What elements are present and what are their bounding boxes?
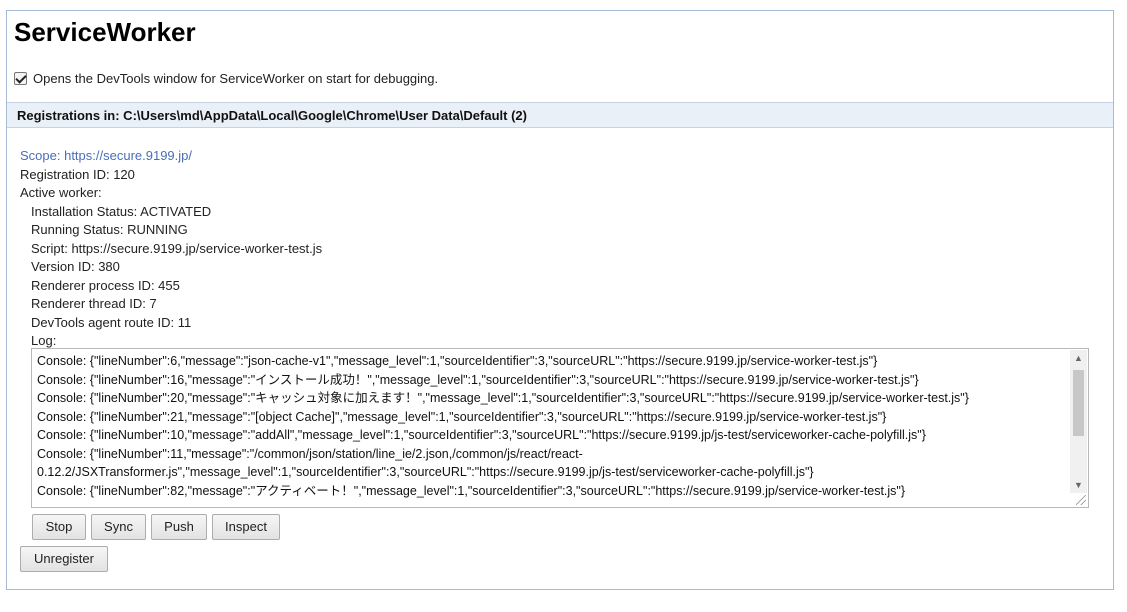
active-worker-label: Active worker: xyxy=(20,185,102,200)
log-line: Console: {"lineNumber":20,"message":"キャッ… xyxy=(37,391,969,405)
inspect-button[interactable]: Inspect xyxy=(212,514,280,540)
devtools-route-id: DevTools agent route ID: 11 xyxy=(31,314,192,330)
debug-option[interactable]: Opens the DevTools window for ServiceWor… xyxy=(14,71,438,86)
page-title: ServiceWorker xyxy=(14,17,196,47)
renderer-thread-id: Renderer thread ID: 7 xyxy=(31,296,157,311)
debug-checkbox[interactable] xyxy=(14,72,27,85)
installation-status: Installation Status: ACTIVATED xyxy=(31,203,212,219)
log-textarea[interactable]: Console: {"lineNumber":6,"message":"json… xyxy=(31,348,1089,508)
running-status: Running Status: RUNNING xyxy=(31,222,188,237)
scroll-up-arrow-icon[interactable]: ▲ xyxy=(1070,350,1087,366)
log-line: Console: {"lineNumber":11,"message":"/co… xyxy=(37,446,814,480)
script-url: Script: https://secure.9199.jp/service-w… xyxy=(31,240,323,256)
log-line: Console: {"lineNumber":82,"message":"アクテ… xyxy=(37,483,906,498)
registration-details: Scope: https://secure.9199.jp/ Registrat… xyxy=(20,147,322,351)
version-id: Version ID: 380 xyxy=(31,259,120,274)
log-line: Console: {"lineNumber":21,"message":"[ob… xyxy=(37,409,887,424)
debug-option-label: Opens the DevTools window for ServiceWor… xyxy=(33,71,439,86)
scope-label: Scope: https://secure.9199.jp/ xyxy=(20,148,192,163)
registrations-header: Registrations in: C:\Users\md\AppData\Lo… xyxy=(7,102,1113,128)
log-lines: Console: {"lineNumber":6,"message":"json… xyxy=(37,352,1066,500)
serviceworker-panel: ServiceWorker Opens the DevTools window … xyxy=(6,10,1114,590)
resize-grip-icon[interactable] xyxy=(1076,495,1086,505)
sync-button[interactable]: Sync xyxy=(91,514,146,540)
log-line: Console: {"lineNumber":10,"message":"add… xyxy=(37,428,926,442)
log-scrollbar[interactable]: ▲ ▼ xyxy=(1070,350,1087,493)
registration-id: Registration ID: 120 xyxy=(20,166,135,182)
stop-button[interactable]: Stop xyxy=(32,514,86,540)
push-button[interactable]: Push xyxy=(151,514,207,540)
scroll-thumb[interactable] xyxy=(1073,370,1084,436)
unregister-button[interactable]: Unregister xyxy=(20,546,108,572)
log-line: Console: {"lineNumber":16,"message":"インス… xyxy=(37,372,919,387)
renderer-process-id: Renderer process ID: 455 xyxy=(31,277,180,293)
scroll-down-arrow-icon[interactable]: ▼ xyxy=(1070,477,1087,493)
log-line: Console: {"lineNumber":6,"message":"json… xyxy=(37,354,878,368)
